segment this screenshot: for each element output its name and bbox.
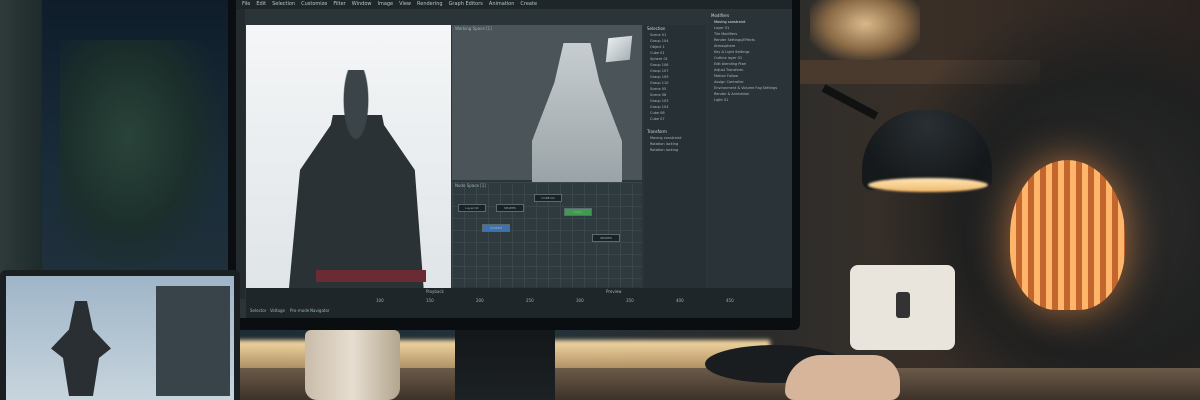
- tool-voltage[interactable]: Voltage: [270, 308, 285, 314]
- node[interactable]: SCREEN: [482, 224, 510, 232]
- view-cube-icon[interactable]: [605, 35, 633, 63]
- menu-window[interactable]: Window: [352, 0, 372, 9]
- menu-view[interactable]: View: [399, 0, 411, 9]
- ruler-tick: 150: [426, 298, 434, 303]
- tool-pro-mode[interactable]: Pro-mode: [290, 308, 309, 314]
- timeline[interactable]: Playback Preview Selector Voltage Pro-mo…: [246, 288, 792, 318]
- ruler-tick: 300: [576, 298, 584, 303]
- tool-navigator[interactable]: Navigator: [310, 308, 330, 314]
- menu-animation[interactable]: Animation: [489, 0, 515, 9]
- node[interactable]: CORE.txt: [534, 194, 562, 202]
- menu-graph-editors[interactable]: Graph Editors: [449, 0, 483, 9]
- ruler-tick: 250: [526, 298, 534, 303]
- laptop-character: [51, 301, 111, 396]
- node-space-label: Node Space [1]: [455, 183, 486, 188]
- laptop-side-panel: [156, 286, 230, 396]
- outliner-title: Selection: [647, 26, 666, 31]
- props-title: Modifiers: [711, 13, 730, 18]
- working-space-viewport[interactable]: Working Space [1]: [452, 25, 642, 183]
- character-sash: [316, 270, 426, 282]
- ruler-tick: 400: [676, 298, 684, 303]
- menu-image[interactable]: Image: [377, 0, 393, 9]
- node[interactable]: SHAPES: [592, 234, 620, 242]
- menu-create[interactable]: Create: [520, 0, 537, 9]
- monitor-screen: File Edit Selection Customize Filter Win…: [236, 0, 792, 318]
- outliner-panel: Selection Scene 01 Group 104 Object 1 Cu…: [644, 25, 706, 295]
- list-item[interactable]: Cube 07: [644, 116, 706, 122]
- menu-bar: File Edit Selection Customize Filter Win…: [236, 0, 792, 9]
- desk-lamp-arm: [821, 84, 879, 120]
- hand: [785, 355, 900, 400]
- character-mesh: [532, 43, 622, 183]
- node-editor[interactable]: Node Space [1] Layer.txt SHAPES CORE.txt…: [452, 182, 642, 287]
- wooden-lamp: [1010, 160, 1125, 310]
- coffee-mug: [305, 330, 400, 400]
- curtain: [0, 0, 42, 290]
- menu-edit[interactable]: Edit: [256, 0, 266, 9]
- menu-selection[interactable]: Selection: [272, 0, 295, 9]
- menu-customize[interactable]: Customize: [301, 0, 327, 9]
- list-item[interactable]: Rotation locking: [644, 147, 706, 153]
- ruler-tick: 350: [626, 298, 634, 303]
- ruler-tick: 200: [476, 298, 484, 303]
- ruler-tick: 450: [726, 298, 734, 303]
- transform-title: Transform: [647, 129, 667, 134]
- laptop-screen: [6, 276, 234, 400]
- node[interactable]: Layer.txt: [458, 204, 486, 212]
- photo-scene: File Edit Selection Customize Filter Win…: [0, 0, 1200, 400]
- menu-filter[interactable]: Filter: [333, 0, 345, 9]
- plant: [60, 40, 230, 280]
- list-item[interactable]: Light 01: [708, 97, 792, 103]
- menu-file[interactable]: File: [242, 0, 250, 9]
- working-space-label: Working Space [1]: [455, 26, 492, 31]
- left-toolbar: [236, 9, 245, 299]
- ruler-tick: 100: [376, 298, 384, 303]
- desk-lamp-light: [868, 178, 988, 192]
- menu-rendering[interactable]: Rendering: [417, 0, 443, 9]
- properties-panel: Modifiers Moving constraint Layer 01 Til…: [708, 12, 792, 302]
- clock-hands: [896, 292, 910, 318]
- render-viewport[interactable]: [246, 25, 451, 318]
- playback-label: Playback: [426, 289, 444, 294]
- preview-label: Preview: [606, 289, 622, 294]
- node[interactable]: SHAPES: [496, 204, 524, 212]
- laptop: [0, 270, 240, 400]
- node[interactable]: Color: [564, 208, 592, 216]
- tool-selector[interactable]: Selector: [250, 308, 266, 314]
